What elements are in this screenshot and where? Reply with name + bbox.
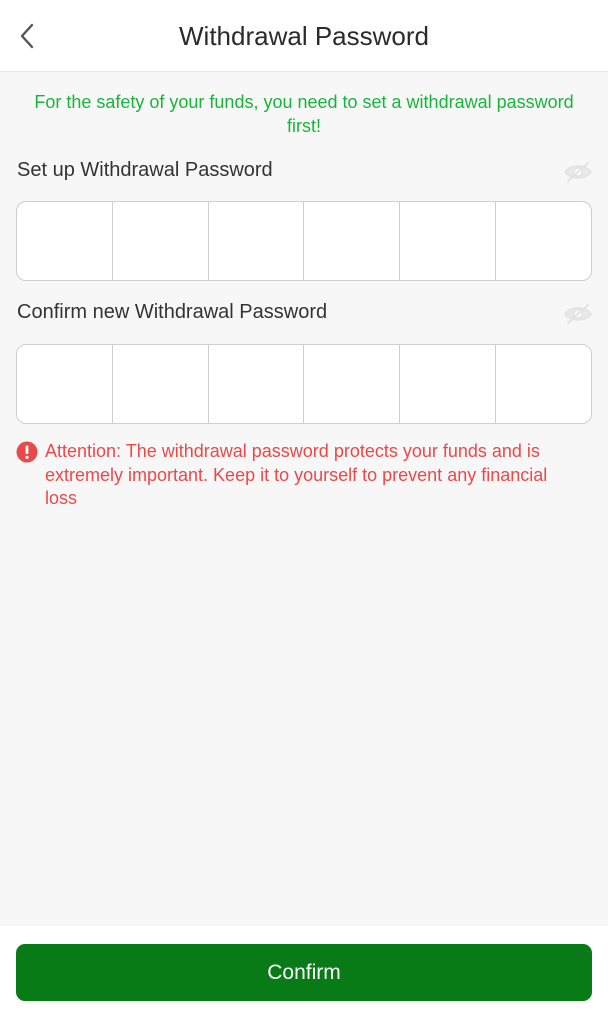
confirm-password-label: Confirm new Withdrawal Password bbox=[17, 301, 328, 323]
exclamation-circle-icon bbox=[16, 441, 38, 463]
eye-off-icon bbox=[564, 304, 592, 324]
confirm-visibility-toggle[interactable] bbox=[562, 301, 594, 327]
pin-cell[interactable] bbox=[304, 345, 401, 423]
pin-cell[interactable] bbox=[496, 345, 591, 423]
header-bar: Withdrawal Password bbox=[0, 0, 608, 72]
pin-cell[interactable] bbox=[400, 202, 497, 280]
confirm-password-input[interactable] bbox=[16, 344, 592, 424]
footer-bar: Confirm bbox=[0, 926, 608, 1024]
pin-cell[interactable] bbox=[304, 202, 401, 280]
confirm-button[interactable]: Confirm bbox=[16, 944, 592, 1001]
pin-cell[interactable] bbox=[17, 202, 113, 280]
safety-notice: For the safety of your funds, you need t… bbox=[34, 92, 574, 136]
pin-cell[interactable] bbox=[17, 345, 113, 423]
pin-cell[interactable] bbox=[209, 202, 305, 280]
page-title: Withdrawal Password bbox=[179, 21, 429, 51]
pin-cell[interactable] bbox=[496, 202, 591, 280]
pin-cell[interactable] bbox=[113, 345, 209, 423]
pin-cell[interactable] bbox=[400, 345, 497, 423]
setup-password-input[interactable] bbox=[16, 201, 592, 281]
attention-warning: Attention: The withdrawal password prote… bbox=[16, 440, 568, 511]
withdrawal-password-page: Withdrawal Password For the safety of yo… bbox=[0, 0, 608, 1024]
pin-cell[interactable] bbox=[209, 345, 305, 423]
setup-password-label: Set up Withdrawal Password bbox=[17, 159, 273, 181]
pin-cell[interactable] bbox=[113, 202, 209, 280]
eye-off-icon bbox=[564, 162, 592, 182]
setup-visibility-toggle[interactable] bbox=[562, 159, 594, 185]
attention-text: Attention: The withdrawal password prote… bbox=[45, 441, 548, 508]
